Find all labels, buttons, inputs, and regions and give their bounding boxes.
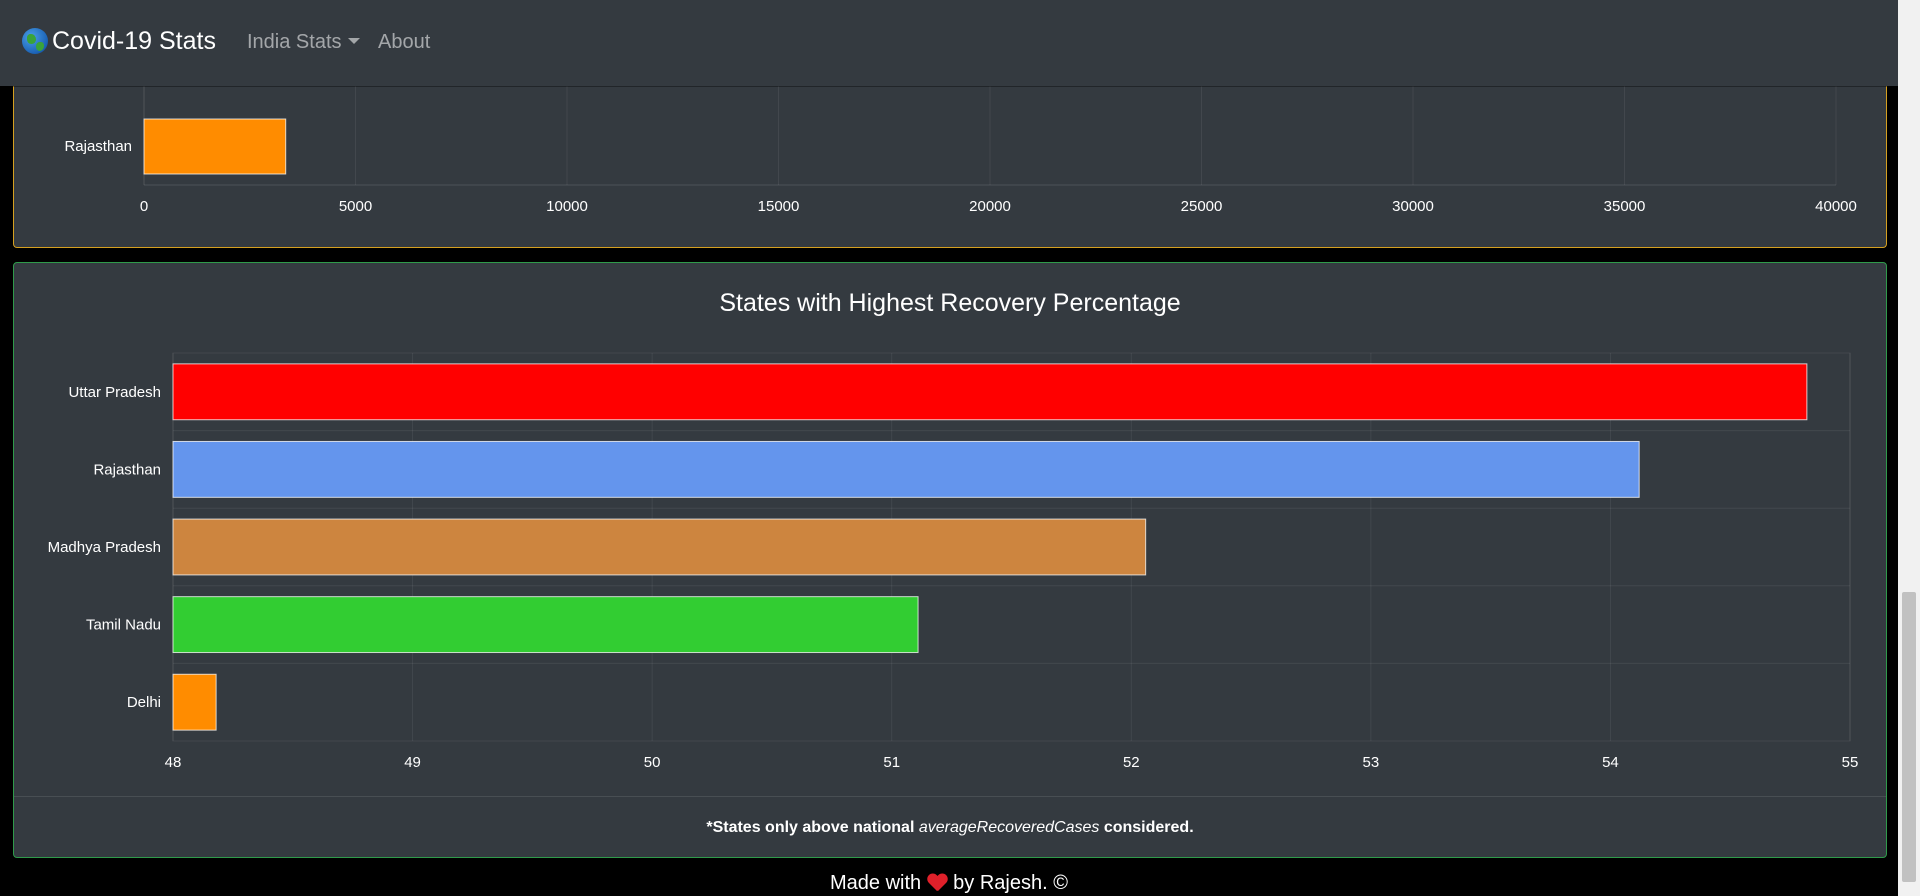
x-tick-label: 10000: [546, 198, 588, 215]
x-tick-label: 48: [165, 754, 182, 771]
brand-title: Covid-19 Stats: [52, 27, 216, 55]
page-footer: Made with by Rajesh. ©: [0, 872, 1898, 895]
x-tick-label: 54: [1602, 754, 1619, 771]
globe-icon: [22, 28, 48, 54]
about-link[interactable]: About: [378, 30, 430, 54]
scrollbar[interactable]: [1898, 0, 1920, 896]
recovery-chart: 48 49 50 51 52 53 54 55 Uttar Pradesh Rajasthan Ma…: [48, 352, 1859, 771]
x-tick-label: 51: [883, 754, 900, 771]
x-tick-label: 5000: [339, 198, 372, 215]
navbar: Covid-19 Stats India Stats About: [0, 0, 1898, 86]
brand-link[interactable]: Covid-19 Stats: [22, 26, 216, 56]
category-label: Rajasthan: [64, 138, 132, 155]
footnote-term: averageRecoveredCases: [918, 819, 1100, 836]
x-tick-label: 40000: [1815, 198, 1857, 215]
footnote: *States only above national averageRecov…: [14, 819, 1886, 837]
x-tick-label: 30000: [1392, 198, 1434, 215]
x-tick-label: 50: [644, 754, 661, 771]
bar: [172, 440, 1640, 498]
x-tick-label: 53: [1363, 754, 1380, 771]
category-label: Uttar Pradesh: [68, 384, 161, 401]
category-label: Madhya Pradesh: [48, 539, 161, 556]
x-tick-label: 49: [404, 754, 421, 771]
chevron-down-icon: [347, 38, 360, 44]
x-tick-label: 35000: [1604, 198, 1646, 215]
x-tick-label: 25000: [1181, 198, 1223, 215]
bar: [143, 118, 287, 175]
recovery-chart-card: States with Highest Recovery Percentage …: [13, 262, 1887, 858]
x-tick-label: 52: [1123, 754, 1140, 771]
x-tick-label: 15000: [758, 198, 800, 215]
bar: [172, 363, 1808, 421]
x-tick-label: 20000: [969, 198, 1011, 215]
india-stats-dropdown[interactable]: India Stats: [247, 30, 360, 54]
footnote-suffix: considered.: [1099, 819, 1194, 836]
footer-prefix: Made with: [830, 872, 922, 894]
category-label: Tamil Nadu: [86, 617, 161, 634]
category-label: Delhi: [127, 694, 161, 711]
chart-title: States with Highest Recovery Percentage: [719, 289, 1181, 317]
india-stats-label: India Stats: [247, 31, 342, 53]
scrollbar-thumb[interactable]: [1902, 592, 1916, 882]
heart-icon: [927, 874, 947, 890]
x-tick-label: 55: [1842, 754, 1859, 771]
bar: [172, 596, 919, 654]
category-label: Rajasthan: [93, 461, 161, 478]
x-tick-label: 0: [140, 198, 148, 215]
card-footer: *States only above national averageRecov…: [14, 796, 1886, 857]
bar: [172, 518, 1147, 576]
footnote-prefix: *States only above national: [706, 819, 919, 836]
footer-suffix: by Rajesh. ©: [953, 872, 1068, 894]
bar: [172, 673, 217, 731]
